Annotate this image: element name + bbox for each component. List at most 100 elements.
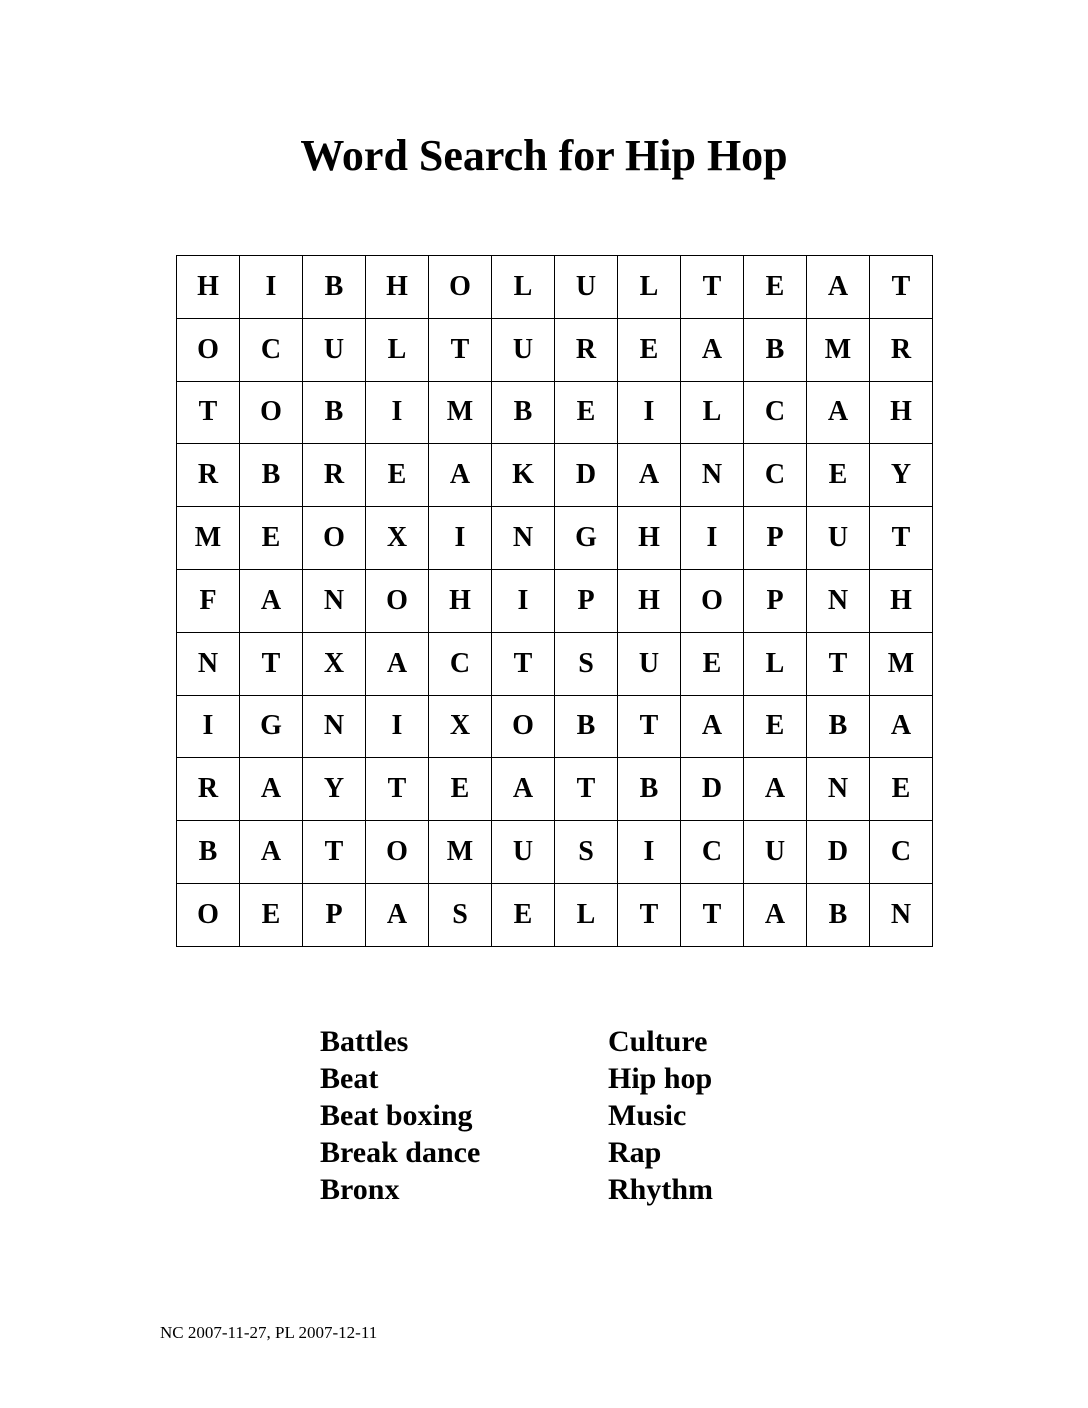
grid-cell: O: [176, 317, 240, 382]
grid-cell: I: [176, 694, 240, 759]
grid-cell: I: [680, 506, 744, 570]
grid-cell: A: [365, 882, 429, 947]
grid-cell: B: [302, 255, 366, 319]
grid-row: NTXACTSUELTM: [176, 631, 933, 696]
grid-cell: L: [554, 882, 618, 947]
grid-row: OCULTUREABMR: [176, 317, 933, 382]
grid-cell: H: [869, 380, 933, 445]
grid-cell: O: [176, 882, 240, 947]
word-list-item: Rhythm: [608, 1173, 714, 1206]
grid-cell: U: [554, 255, 618, 319]
grid-cell: S: [428, 882, 492, 947]
grid-cell: E: [365, 443, 429, 508]
grid-cell: H: [176, 255, 240, 319]
grid-cell: B: [239, 443, 303, 508]
grid-cell: L: [680, 380, 744, 445]
grid-cell: C: [743, 443, 807, 508]
word-search-grid: HIBHOLULTEATOCULTUREABMRTOBIMBEILCAHRBRE…: [176, 255, 933, 947]
grid-cell: B: [554, 694, 618, 759]
grid-cell: A: [680, 317, 744, 382]
word-list-item: Battles: [320, 1025, 409, 1058]
grid-cell: P: [302, 882, 366, 947]
grid-cell: M: [428, 380, 492, 445]
grid-cell: L: [491, 255, 555, 319]
grid-cell: N: [869, 882, 933, 947]
word-list-item: Culture: [608, 1025, 708, 1058]
grid-cell: O: [428, 255, 492, 319]
grid-cell: B: [176, 820, 240, 884]
word-list-item: Bronx: [320, 1173, 400, 1206]
grid-cell: N: [302, 568, 366, 633]
grid-cell: A: [491, 757, 555, 822]
grid-cell: G: [554, 506, 618, 570]
grid-cell: E: [491, 882, 555, 947]
grid-row: BATOMUSICUDC: [176, 820, 933, 884]
grid-cell: R: [302, 443, 366, 508]
grid-row: IGNIXOBTAEBA: [176, 694, 933, 759]
grid-cell: I: [365, 380, 429, 445]
word-list-item: Rap: [608, 1136, 662, 1169]
grid-cell: D: [554, 443, 618, 508]
grid-row: HIBHOLULTEAT: [176, 255, 933, 319]
grid-cell: T: [554, 757, 618, 822]
grid-cell: I: [617, 380, 681, 445]
grid-cell: G: [239, 694, 303, 759]
grid-cell: M: [428, 820, 492, 884]
grid-cell: I: [491, 568, 555, 633]
grid-cell: O: [680, 568, 744, 633]
grid-cell: E: [680, 631, 744, 696]
grid-cell: Y: [302, 757, 366, 822]
grid-cell: O: [365, 820, 429, 884]
grid-cell: A: [239, 757, 303, 822]
grid-cell: U: [617, 631, 681, 696]
grid-cell: P: [743, 568, 807, 633]
grid-cell: S: [554, 820, 618, 884]
grid-cell: T: [302, 820, 366, 884]
grid-cell: D: [680, 757, 744, 822]
word-list-column-2: Culture Hip hop Music Rap Rhythm: [608, 1023, 713, 1208]
grid-cell: N: [806, 568, 870, 633]
grid-cell: E: [239, 882, 303, 947]
grid-cell: B: [743, 317, 807, 382]
grid-cell: B: [617, 757, 681, 822]
grid-cell: E: [869, 757, 933, 822]
grid-cell: E: [743, 255, 807, 319]
grid-cell: A: [428, 443, 492, 508]
grid-cell: H: [617, 506, 681, 570]
grid-cell: A: [869, 694, 933, 759]
grid-cell: R: [176, 443, 240, 508]
grid-cell: E: [806, 443, 870, 508]
grid-row: TOBIMBEILCAH: [176, 380, 933, 445]
word-list-column-1: Battles Beat Beat boxing Break dance Bro…: [320, 1023, 480, 1208]
grid-cell: F: [176, 568, 240, 633]
grid-cell: O: [491, 694, 555, 759]
grid-cell: O: [302, 506, 366, 570]
grid-cell: A: [806, 380, 870, 445]
grid-cell: H: [869, 568, 933, 633]
grid-cell: C: [680, 820, 744, 884]
grid-cell: I: [239, 255, 303, 319]
grid-cell: T: [680, 882, 744, 947]
grid-cell: T: [428, 317, 492, 382]
grid-cell: D: [806, 820, 870, 884]
grid-cell: E: [617, 317, 681, 382]
grid-cell: C: [239, 317, 303, 382]
grid-cell: T: [365, 757, 429, 822]
grid-cell: U: [491, 317, 555, 382]
word-list-item: Music: [608, 1099, 687, 1132]
grid-cell: B: [806, 694, 870, 759]
grid-cell: E: [239, 506, 303, 570]
grid-cell: T: [869, 506, 933, 570]
word-list-item: Hip hop: [608, 1062, 713, 1095]
grid-cell: L: [743, 631, 807, 696]
grid-cell: T: [617, 882, 681, 947]
grid-cell: A: [743, 757, 807, 822]
grid-cell: T: [617, 694, 681, 759]
grid-cell: H: [617, 568, 681, 633]
grid-cell: A: [806, 255, 870, 319]
grid-cell: O: [239, 380, 303, 445]
grid-cell: P: [743, 506, 807, 570]
grid-cell: T: [239, 631, 303, 696]
grid-cell: R: [869, 317, 933, 382]
grid-row: RBREAKDANCEY: [176, 443, 933, 508]
